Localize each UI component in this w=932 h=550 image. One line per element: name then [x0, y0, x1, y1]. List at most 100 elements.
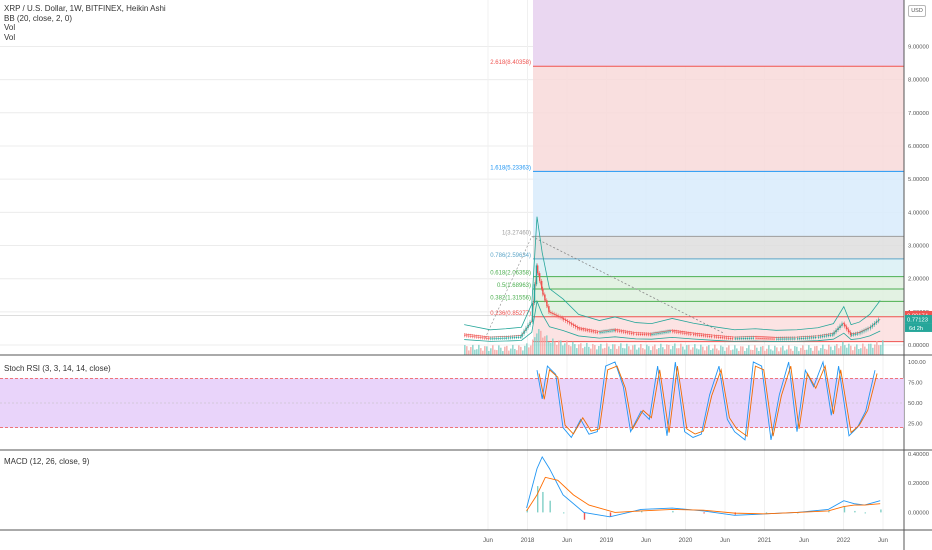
- volume-bar: [472, 344, 474, 355]
- volume-bar: [582, 348, 584, 355]
- volume-bar: [714, 344, 716, 355]
- volume-bar: [750, 349, 752, 355]
- candle: [525, 327, 527, 331]
- volume-bar: [560, 340, 562, 355]
- main-legend: XRP / U.S. Dollar, 1W, BITFINEX, Heikin …: [4, 4, 166, 42]
- candle: [571, 323, 573, 325]
- candle: [617, 330, 619, 332]
- volume-bar: [638, 347, 640, 355]
- volume-bar: [758, 351, 760, 355]
- candle: [750, 337, 752, 339]
- volume-bar: [798, 351, 800, 355]
- candle: [788, 338, 790, 340]
- macd-tick-label: 0.00000: [908, 510, 929, 516]
- indicator-vol-2[interactable]: Vol: [4, 33, 166, 43]
- volume-bar: [876, 341, 878, 355]
- candle: [509, 337, 512, 339]
- candle: [490, 338, 492, 340]
- candle: [676, 331, 678, 333]
- candle: [807, 337, 809, 339]
- volume-bar: [838, 348, 840, 355]
- candle: [623, 331, 625, 333]
- volume-bar: [604, 347, 606, 355]
- macd-legend[interactable]: MACD (12, 26, close, 9): [4, 457, 89, 466]
- candle: [835, 330, 837, 333]
- candle: [633, 333, 635, 335]
- volume-bar: [810, 347, 812, 355]
- price-tick-label: 9.00000: [908, 44, 929, 50]
- volume-bar: [692, 347, 694, 355]
- macd-histogram-bar: [765, 512, 768, 514]
- volume-bar: [816, 345, 818, 355]
- volume-bar: [742, 346, 744, 355]
- volume-bar: [854, 346, 856, 355]
- candle: [819, 336, 822, 338]
- volume-bar: [598, 345, 600, 355]
- volume-bar: [782, 345, 784, 355]
- candle: [531, 303, 534, 322]
- candle: [811, 337, 813, 339]
- candle: [693, 334, 695, 336]
- candle: [703, 335, 705, 337]
- time-tick-label: 2022: [837, 537, 851, 544]
- currency-button[interactable]: USD: [908, 5, 926, 17]
- candle: [639, 333, 642, 335]
- candle: [813, 337, 815, 339]
- volume-bar: [678, 348, 680, 355]
- volume-bar: [800, 347, 802, 355]
- candle: [631, 333, 633, 335]
- volume-bar: [500, 347, 502, 355]
- volume-bar: [574, 344, 576, 355]
- time-tick-label: 2021: [758, 537, 772, 544]
- candle: [580, 328, 582, 330]
- volume-bar: [620, 343, 622, 355]
- candle: [464, 335, 466, 337]
- volume-bar: [756, 347, 758, 355]
- volume-bar: [484, 346, 486, 355]
- indicator-vol-1[interactable]: Vol: [4, 23, 166, 33]
- volume-bar: [808, 345, 810, 355]
- volume-bar: [566, 340, 568, 355]
- symbol-title[interactable]: XRP / U.S. Dollar, 1W, BITFINEX, Heikin …: [4, 4, 166, 14]
- candle: [511, 337, 514, 339]
- macd-tick-label: 0.40000: [908, 452, 929, 458]
- candle: [573, 324, 575, 326]
- volume-bar: [734, 345, 736, 355]
- chart-canvas[interactable]: 2.618(8.40358) 1.618(5.23363) 1(3.27460) 0.…: [0, 0, 932, 550]
- fib-level-label: 1.618(5.23363): [490, 165, 531, 171]
- candle: [709, 335, 711, 337]
- volume-bar: [540, 330, 542, 355]
- volume-bar: [578, 344, 580, 355]
- candle: [549, 311, 551, 313]
- candle: [752, 337, 754, 339]
- volume-bar: [698, 349, 700, 355]
- volume-bar: [666, 344, 668, 355]
- volume-bar: [616, 348, 618, 355]
- candle: [805, 337, 807, 339]
- rsi-tick-label: 50.00: [908, 401, 923, 407]
- candle: [859, 332, 861, 334]
- candle: [500, 337, 502, 339]
- volume-bar: [514, 348, 516, 355]
- candle: [736, 338, 738, 340]
- volume-bar: [872, 347, 874, 355]
- candle: [546, 300, 548, 307]
- indicator-bb[interactable]: BB (20, close, 2, 0): [4, 14, 166, 24]
- candle: [569, 322, 571, 324]
- volume-bar: [590, 348, 592, 355]
- volume-bar: [830, 346, 832, 355]
- candle: [575, 325, 577, 328]
- candle: [759, 337, 761, 339]
- fib-zone: [533, 301, 904, 317]
- macd-histogram-bar: [854, 510, 856, 513]
- candle: [867, 328, 869, 330]
- candle: [582, 329, 584, 331]
- stoch-rsi-legend[interactable]: Stoch RSI (3, 3, 14, 14, close): [4, 364, 111, 373]
- volume-bar: [572, 341, 574, 355]
- candle: [592, 331, 594, 333]
- price-tick-label: 3.00000: [908, 244, 929, 250]
- candle: [470, 335, 472, 337]
- candle: [719, 337, 722, 339]
- volume-bar: [658, 348, 660, 355]
- fib-level-label: 1(3.27460): [502, 230, 531, 236]
